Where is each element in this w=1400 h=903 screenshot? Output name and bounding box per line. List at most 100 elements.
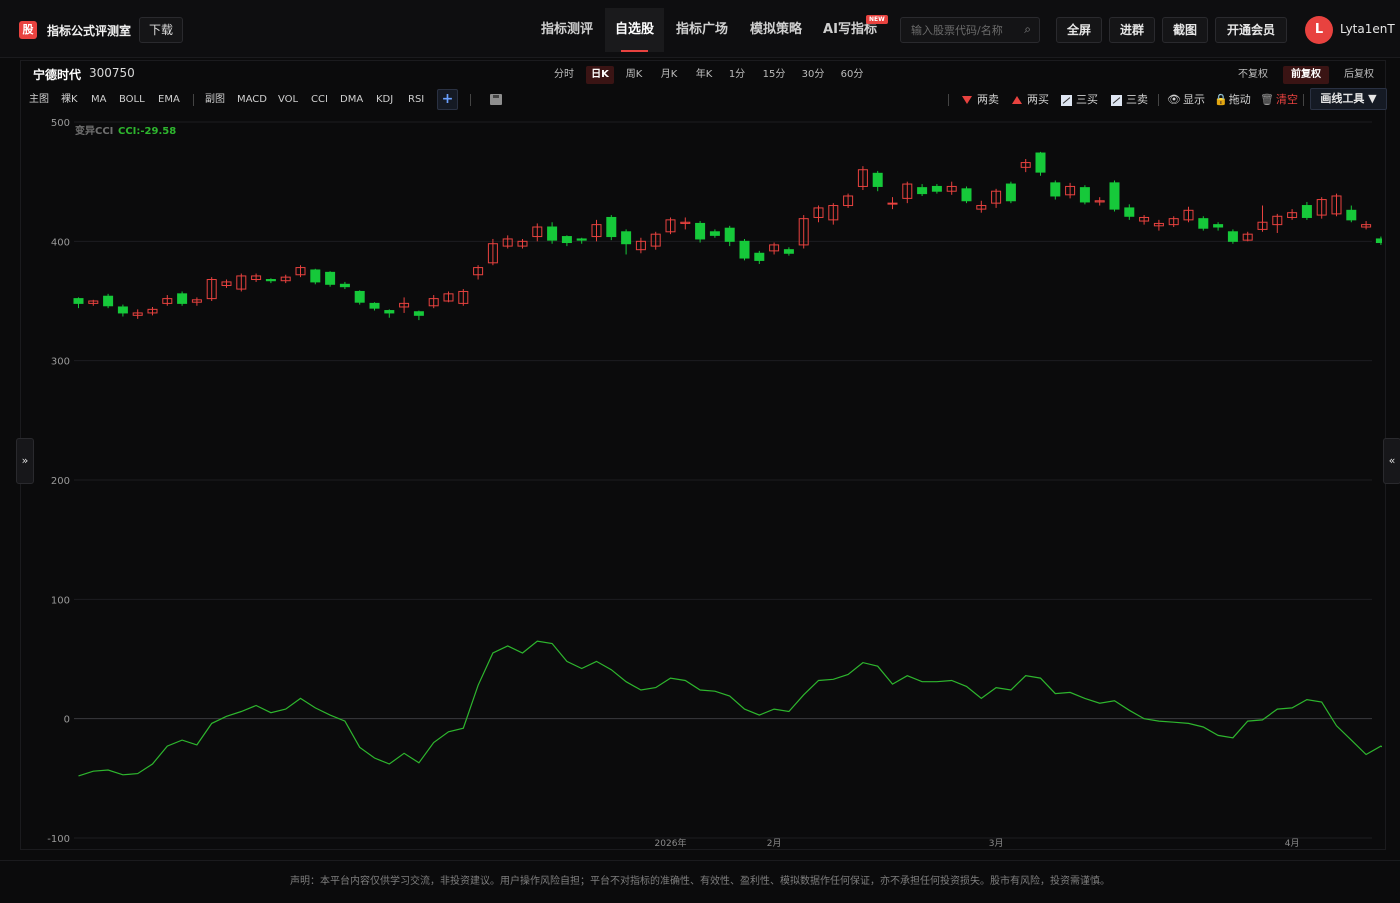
tool-label: 三卖 — [1126, 93, 1148, 106]
x-tick-label: 4月 — [1285, 838, 1300, 847]
tool-two-sell[interactable]: 两卖 — [962, 92, 999, 108]
candle-body — [783, 249, 794, 254]
toolbar-divider — [1303, 94, 1304, 106]
eye-icon: 👁 — [1167, 93, 1181, 106]
candle-body — [1050, 182, 1061, 197]
add-indicator-button[interactable]: + — [437, 89, 458, 110]
trash-icon: 🗑 — [1260, 93, 1274, 106]
triangle-down-icon — [962, 96, 972, 104]
nav-watchlist[interactable]: 自选股 — [605, 8, 664, 52]
tool-three-sell[interactable]: 三卖 — [1111, 92, 1148, 108]
logo-icon: 股 — [19, 21, 37, 39]
candle-body — [1346, 209, 1357, 221]
tool-drag[interactable]: 🔒拖动 — [1214, 92, 1251, 108]
tool-label: 拖动 — [1228, 93, 1251, 106]
screenshot-button[interactable]: 截图 — [1162, 17, 1208, 43]
candle-body — [887, 202, 898, 205]
indicator-cci[interactable]: CCI — [311, 92, 328, 108]
candle-body — [1198, 218, 1209, 229]
period-monthly[interactable]: 月K — [655, 66, 683, 84]
tool-two-buy[interactable]: 两买 — [1012, 92, 1049, 108]
fullscreen-button[interactable]: 全屏 — [1056, 17, 1102, 43]
candle-body — [103, 295, 114, 307]
period-intraday[interactable]: 分时 — [550, 66, 578, 84]
indicator-rsi[interactable]: RSI — [408, 92, 424, 108]
candle-body — [561, 236, 572, 244]
y-tick-label: 500 — [51, 118, 70, 129]
toolbar-divider — [948, 94, 949, 106]
indicator-boll[interactable]: BOLL — [119, 92, 145, 108]
period-60min[interactable]: 60分 — [836, 66, 868, 84]
indicator-ema[interactable]: EMA — [158, 92, 180, 108]
candle-body — [709, 231, 720, 236]
candle-body — [73, 298, 84, 304]
candle-body — [1301, 205, 1312, 218]
triangle-up-icon — [1012, 96, 1022, 104]
indicator-dma[interactable]: DMA — [340, 92, 363, 108]
candle-body — [1005, 183, 1016, 202]
period-30min[interactable]: 30分 — [797, 66, 829, 84]
trend-line-icon — [1061, 94, 1072, 106]
toolbar-divider — [193, 94, 194, 106]
period-1min[interactable]: 1分 — [725, 66, 749, 84]
collapse-right-icon[interactable]: « — [1383, 438, 1400, 484]
candle-body — [724, 227, 735, 242]
save-icon[interactable] — [490, 94, 502, 105]
cci-legend-name: 变异CCI — [75, 124, 113, 137]
nav-simulated-strategy[interactable]: 模拟策略 — [740, 8, 812, 52]
period-weekly[interactable]: 周K — [620, 66, 648, 84]
indicator-ma[interactable]: MA — [91, 92, 106, 108]
drawing-tools-button[interactable]: 画线工具 ▼ — [1310, 88, 1387, 110]
candle-body — [310, 269, 321, 283]
trend-line-icon — [1111, 94, 1122, 106]
y-tick-label: 300 — [51, 357, 70, 368]
user-name[interactable]: Lyta1enT — [1340, 22, 1395, 36]
indicator-vol[interactable]: VOL — [278, 92, 298, 108]
stock-search[interactable]: ⌕ — [900, 17, 1040, 43]
candle-body — [384, 310, 395, 314]
cci-line — [78, 640, 1382, 777]
adjust-none[interactable]: 不复权 — [1232, 66, 1274, 84]
adjust-forward[interactable]: 前复权 — [1283, 66, 1329, 84]
indicator-main-label: 主图 — [29, 94, 49, 105]
adjust-backward[interactable]: 后复权 — [1337, 66, 1381, 84]
join-group-button[interactable]: 进群 — [1109, 17, 1155, 43]
expand-left-icon[interactable]: » — [16, 438, 34, 484]
candle-body — [265, 279, 276, 282]
candle-body — [354, 290, 365, 303]
period-daily[interactable]: 日K — [586, 66, 614, 84]
y-tick-label: 200 — [51, 476, 70, 487]
y-tick-label: 100 — [51, 595, 70, 606]
period-15min[interactable]: 15分 — [758, 66, 790, 84]
nav-indicator-review[interactable]: 指标测评 — [530, 8, 604, 52]
stock-name: 宁德时代 — [33, 68, 82, 82]
indicator-macd[interactable]: MACD — [237, 92, 267, 108]
top-bar: 股 指标公式评测室 下载 指标测评 自选股 指标广场 模拟策略 AI写指标 NE… — [0, 0, 1400, 58]
stock-code: 300750 — [89, 66, 135, 80]
kline-chart[interactable]: 500 400 300 200 100 0 -100 2026年 2月 3月 4月 变异CCI CCI:… — [22, 112, 1382, 847]
candle-body — [872, 172, 883, 187]
download-button[interactable]: 下载 — [139, 17, 183, 43]
candle-body — [325, 271, 336, 285]
candle-body — [1375, 238, 1382, 244]
indicator-naked-k[interactable]: 裸K — [61, 92, 78, 108]
x-tick-label: 2月 — [767, 838, 782, 847]
disclaimer: 声明：本平台内容仅供学习交流，非投资建议。用户操作风险自担；平台不对指标的准确性… — [0, 860, 1400, 900]
candle-body — [547, 226, 558, 241]
y-tick-label: -100 — [47, 834, 70, 845]
membership-button[interactable]: 开通会员 — [1215, 17, 1287, 43]
y-tick-label: 0 — [64, 715, 70, 726]
tool-clear[interactable]: 🗑 清空 — [1260, 92, 1298, 108]
indicator-kdj[interactable]: KDJ — [376, 92, 393, 108]
avatar[interactable]: L — [1305, 16, 1333, 44]
search-icon[interactable]: ⌕ — [1024, 22, 1031, 37]
nav-indicator-square[interactable]: 指标广场 — [665, 8, 739, 52]
period-yearly[interactable]: 年K — [690, 66, 718, 84]
candle-body — [177, 293, 188, 304]
tool-show[interactable]: 👁 显示 — [1167, 92, 1205, 108]
candle-body — [931, 185, 942, 192]
y-tick-label: 400 — [51, 237, 70, 248]
search-input[interactable] — [911, 22, 1021, 38]
tool-three-buy[interactable]: 三买 — [1061, 92, 1098, 108]
candle-body — [413, 311, 424, 316]
